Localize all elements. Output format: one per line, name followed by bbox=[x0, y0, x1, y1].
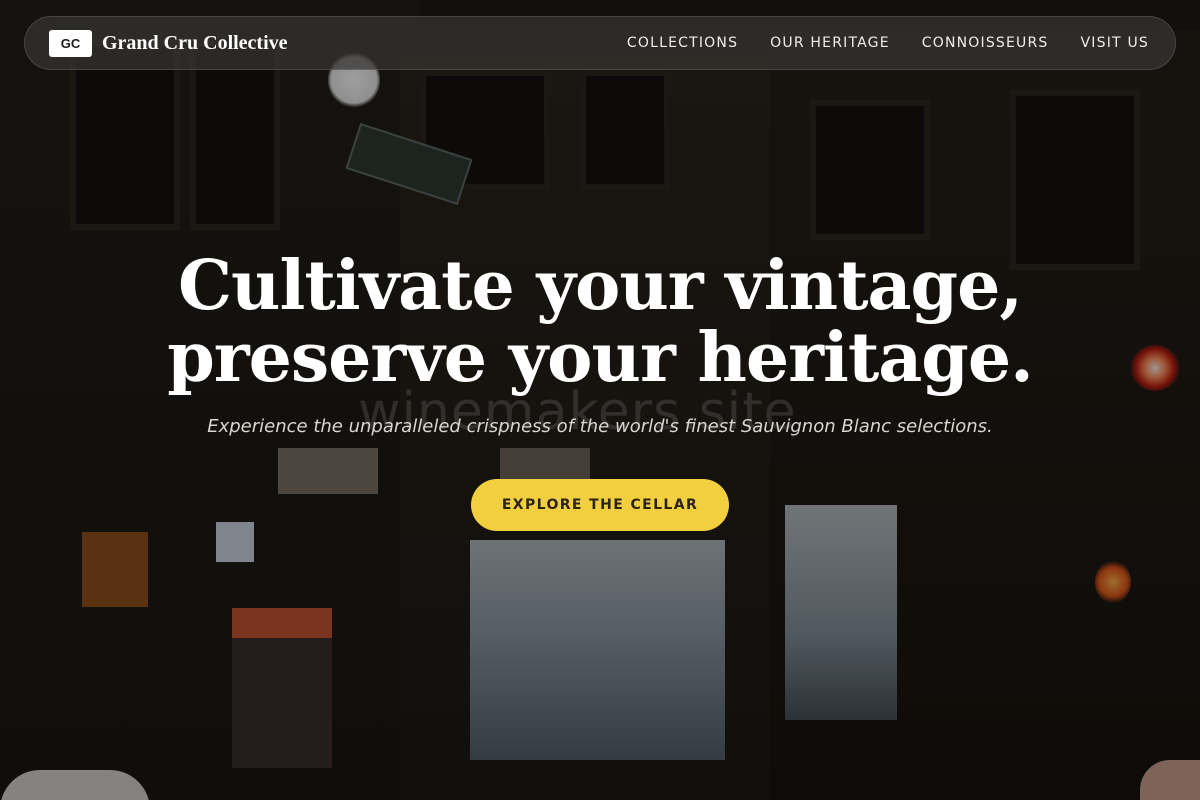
hero-title-line-1: Cultivate your vintage, bbox=[177, 246, 1023, 326]
top-navbar: GC Grand Cru Collective COLLECTIONS OUR … bbox=[24, 16, 1176, 70]
explore-cellar-button[interactable]: EXPLORE THE CELLAR bbox=[471, 479, 729, 531]
hero-title-line-2: preserve your heritage. bbox=[167, 318, 1034, 398]
nav-link-connoisseurs[interactable]: CONNOISSEURS bbox=[922, 35, 1049, 51]
nav-link-our-heritage[interactable]: OUR HERITAGE bbox=[770, 35, 890, 51]
brand-logo-link[interactable]: GC Grand Cru Collective bbox=[49, 29, 288, 57]
nav-link-visit-us[interactable]: VISIT US bbox=[1081, 35, 1149, 51]
hero-subtitle: Experience the unparalleled crispness of… bbox=[207, 416, 993, 437]
logo-mark: GC bbox=[49, 29, 92, 57]
hero-title: Cultivate your vintage, preserve your he… bbox=[0, 250, 1200, 394]
nav-links: COLLECTIONS OUR HERITAGE CONNOISSEURS VI… bbox=[627, 35, 1149, 51]
nav-link-collections[interactable]: COLLECTIONS bbox=[627, 35, 738, 51]
hero-section: Cultivate your vintage, preserve your he… bbox=[0, 250, 1200, 531]
brand-name: Grand Cru Collective bbox=[102, 31, 288, 54]
